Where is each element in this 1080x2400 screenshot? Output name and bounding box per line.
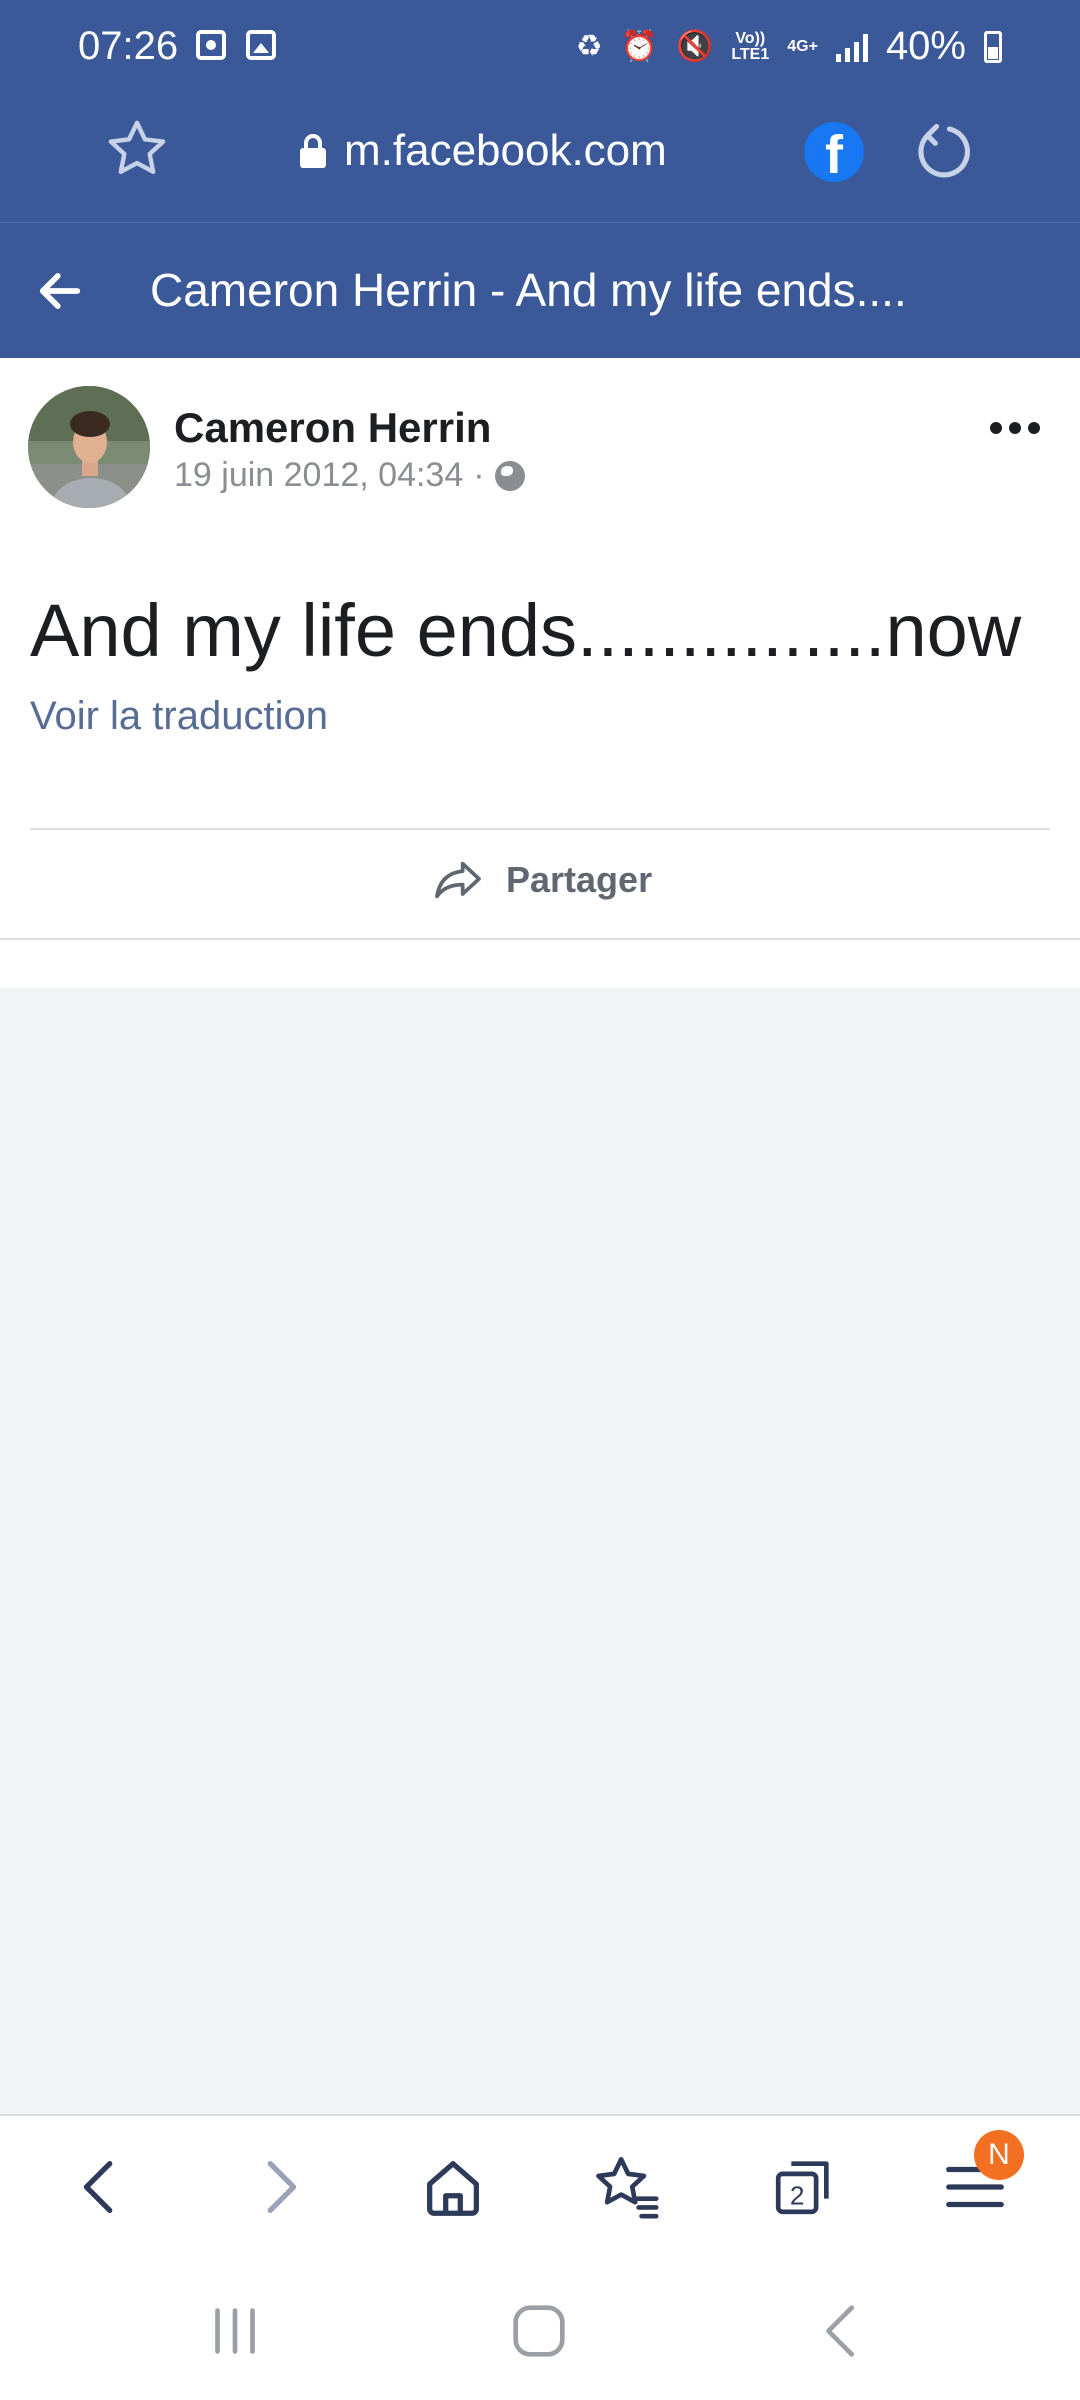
see-translation-link[interactable]: Voir la traduction <box>30 694 328 739</box>
recent-apps-icon[interactable] <box>200 2296 270 2366</box>
share-icon <box>435 861 481 899</box>
battery-percent: 40% <box>885 24 966 68</box>
page-title: Cameron Herrin - And my life ends.... <box>150 264 907 316</box>
browser-url-bar: m.facebook.com f <box>0 96 1080 222</box>
battery-icon <box>984 30 1002 63</box>
back-icon[interactable] <box>66 2152 136 2222</box>
share-label: Partager <box>506 859 653 900</box>
tabs-icon[interactable]: 2 <box>768 2152 838 2222</box>
post-meta: 19 juin 2012, 04:34 · <box>174 456 525 495</box>
home-nav-icon[interactable] <box>504 2296 574 2366</box>
post-date[interactable]: 19 juin 2012, 04:34 <box>174 456 463 495</box>
menu-badge: N <box>974 2130 1024 2180</box>
more-icon[interactable] <box>990 422 1040 434</box>
browser-toolbar: 2 N <box>0 2114 1080 2254</box>
avatar[interactable] <box>28 386 150 508</box>
post-author[interactable]: Cameron Herrin <box>174 404 491 452</box>
signal-icon <box>835 32 868 62</box>
lock-icon <box>300 134 326 168</box>
battery-saver-icon: ♻ <box>575 30 603 63</box>
back-arrow-icon[interactable] <box>34 265 86 317</box>
url-text: m.facebook.com <box>344 126 667 175</box>
tabs-count: 2 <box>790 2181 805 2211</box>
screen-recorder-icon <box>196 30 226 60</box>
page-header: Cameron Herrin - And my life ends.... <box>0 222 1080 358</box>
feed-spacer <box>0 940 1080 988</box>
star-icon[interactable] <box>104 116 170 182</box>
globe-icon <box>494 460 525 491</box>
gallery-icon <box>246 30 276 60</box>
facebook-icon[interactable]: f <box>804 122 864 185</box>
post-text: And my life ends...............now <box>30 589 1022 672</box>
system-nav-bar <box>0 2254 1080 2400</box>
meta-separator: · <box>473 456 485 494</box>
address-field[interactable]: m.facebook.com <box>300 126 667 176</box>
bookmarks-icon[interactable] <box>592 2152 662 2222</box>
forward-icon[interactable] <box>244 2152 314 2222</box>
back-nav-icon[interactable] <box>808 2296 878 2366</box>
mute-icon: 🔇 <box>675 30 714 63</box>
share-button[interactable]: Partager <box>430 852 652 908</box>
post-card: Cameron Herrin 19 juin 2012, 04:34 · And… <box>0 358 1080 940</box>
status-time: 07:26 <box>78 24 179 68</box>
alarm-icon: ⏰ <box>620 30 658 63</box>
home-icon[interactable] <box>418 2152 488 2222</box>
lte-label: LTE1 <box>731 45 770 63</box>
reload-icon[interactable] <box>912 120 974 182</box>
divider <box>30 828 1050 830</box>
data-type-label: 4G+ <box>787 37 818 55</box>
volte-label: Vo)) <box>735 29 766 47</box>
status-bar: 07:26 ♻ ⏰ 🔇 Vo)) LTE1 4G+ 40% <box>0 0 1080 96</box>
